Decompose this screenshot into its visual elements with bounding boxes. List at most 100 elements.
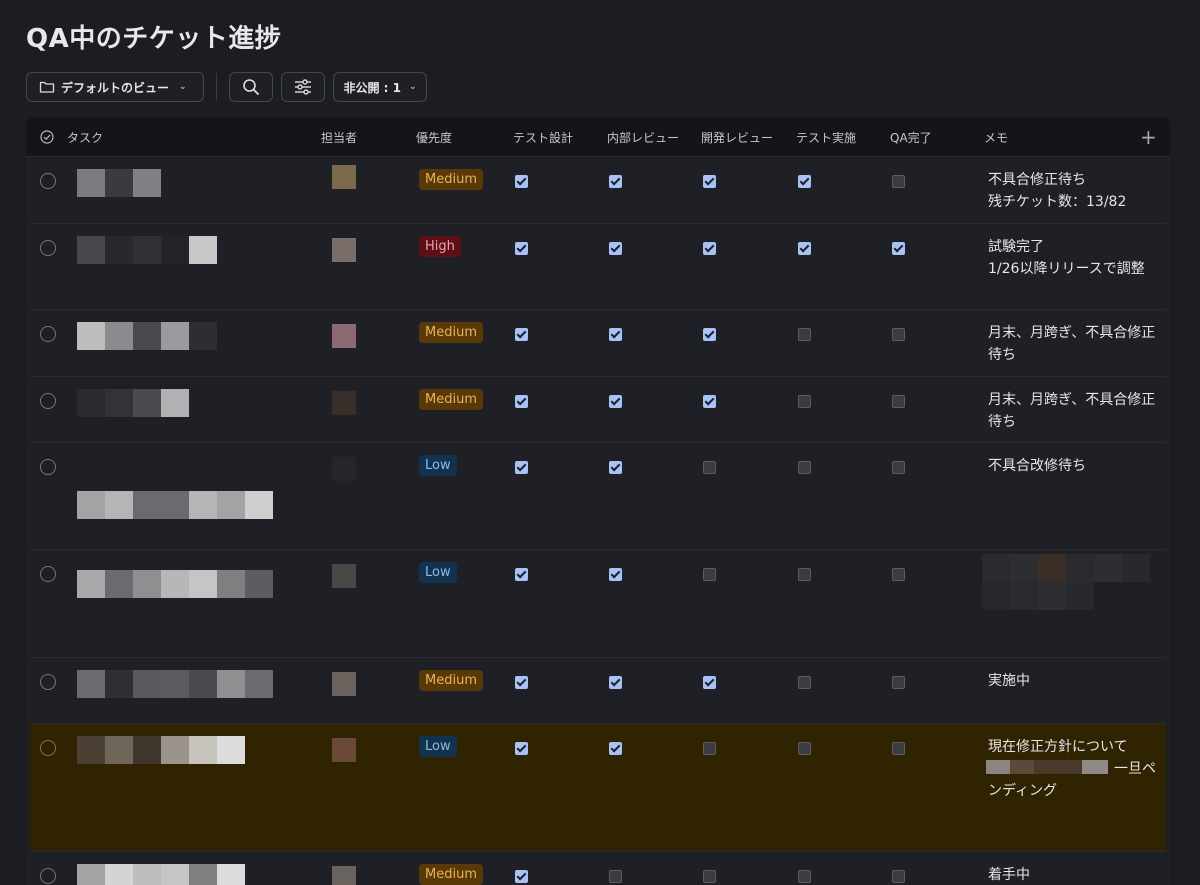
qa-done-checkbox[interactable] xyxy=(892,395,905,408)
memo-line: 不具合改修待ち xyxy=(988,458,1086,474)
test-exec-checkbox[interactable] xyxy=(798,395,811,408)
qa-done-checkbox[interactable] xyxy=(892,870,905,883)
test-design-checkbox[interactable] xyxy=(515,568,528,581)
internal-review-checkbox[interactable] xyxy=(609,395,622,408)
memo-line: 着手中 xyxy=(988,867,1030,883)
header-assignee[interactable]: 担当者 xyxy=(321,129,357,146)
test-exec-checkbox[interactable] xyxy=(798,676,811,689)
priority-badge[interactable]: Low xyxy=(419,455,457,476)
header-memo[interactable]: メモ xyxy=(984,129,1008,146)
memo-cell[interactable]: 実施中 xyxy=(988,670,1164,692)
priority-badge[interactable]: Medium xyxy=(419,389,483,410)
table-row[interactable]: High 試験完了 1/26以降リリースで調整 xyxy=(30,224,1166,310)
circle-icon[interactable] xyxy=(40,674,56,690)
circle-icon[interactable] xyxy=(40,240,56,256)
test-design-checkbox[interactable] xyxy=(515,328,528,341)
qa-done-checkbox[interactable] xyxy=(892,175,905,188)
table-row[interactable]: Medium 着手中 xyxy=(30,852,1166,885)
dev-review-checkbox[interactable] xyxy=(703,742,716,755)
test-exec-checkbox[interactable] xyxy=(798,328,811,341)
private-filter-button[interactable]: 非公開 : 1 ⌄ xyxy=(333,72,427,102)
search-button[interactable] xyxy=(229,72,273,102)
memo-cell[interactable]: 月末、月跨ぎ、不具合修正 待ち xyxy=(988,322,1164,366)
dev-review-checkbox[interactable] xyxy=(703,175,716,188)
internal-review-checkbox[interactable] xyxy=(609,676,622,689)
memo-cell[interactable]: 試験完了 1/26以降リリースで調整 xyxy=(988,236,1164,280)
circle-icon[interactable] xyxy=(40,740,56,756)
table-row[interactable]: Low xyxy=(30,550,1166,658)
internal-review-checkbox[interactable] xyxy=(609,175,622,188)
header-qa-done[interactable]: QA完了 xyxy=(890,129,932,146)
circle-icon[interactable] xyxy=(40,459,56,475)
table-row[interactable]: Medium 実施中 xyxy=(30,658,1166,724)
dev-review-checkbox[interactable] xyxy=(703,676,716,689)
internal-review-checkbox[interactable] xyxy=(609,461,622,474)
circle-icon[interactable] xyxy=(40,326,56,342)
priority-badge[interactable]: Low xyxy=(419,562,457,583)
dev-review-checkbox[interactable] xyxy=(703,328,716,341)
header-task[interactable]: タスク xyxy=(67,129,103,146)
internal-review-checkbox[interactable] xyxy=(609,242,622,255)
memo-cell[interactable]: 不具合改修待ち xyxy=(988,455,1164,477)
test-design-checkbox[interactable] xyxy=(515,242,528,255)
priority-badge[interactable]: Medium xyxy=(419,670,483,691)
test-exec-checkbox[interactable] xyxy=(798,242,811,255)
table-row[interactable]: Medium 月末、月跨ぎ、不具合修正 待ち xyxy=(30,310,1166,377)
circle-icon[interactable] xyxy=(40,868,56,884)
priority-badge[interactable]: Medium xyxy=(419,864,483,885)
qa-done-checkbox[interactable] xyxy=(892,568,905,581)
table-row[interactable]: Medium 月末、月跨ぎ、不具合修正 待ち xyxy=(30,377,1166,443)
table-row[interactable]: Low 不具合改修待ち xyxy=(30,443,1166,550)
table-row[interactable]: Medium 不具合修正待ち 残チケット数：13/82 xyxy=(30,157,1166,224)
assignee-avatar xyxy=(332,391,356,415)
test-design-checkbox[interactable] xyxy=(515,870,528,883)
dev-review-checkbox[interactable] xyxy=(703,242,716,255)
test-exec-checkbox[interactable] xyxy=(798,870,811,883)
header-test-exec[interactable]: テスト実施 xyxy=(796,129,856,146)
plus-icon[interactable]: + xyxy=(1140,125,1157,149)
memo-cell[interactable]: 月末、月跨ぎ、不具合修正 待ち xyxy=(988,389,1164,433)
header-test-design[interactable]: テスト設計 xyxy=(513,129,573,146)
circle-icon[interactable] xyxy=(40,566,56,582)
qa-done-checkbox[interactable] xyxy=(892,742,905,755)
qa-done-checkbox[interactable] xyxy=(892,676,905,689)
dev-review-checkbox[interactable] xyxy=(703,870,716,883)
internal-review-checkbox[interactable] xyxy=(609,870,622,883)
test-design-checkbox[interactable] xyxy=(515,175,528,188)
qa-done-checkbox[interactable] xyxy=(892,242,905,255)
search-icon xyxy=(243,79,259,95)
view-selector-button[interactable]: デフォルトのビュー ⌄ xyxy=(26,72,204,102)
internal-review-checkbox[interactable] xyxy=(609,328,622,341)
priority-badge[interactable]: Medium xyxy=(419,169,483,190)
header-priority[interactable]: 優先度 xyxy=(416,129,452,146)
dev-review-checkbox[interactable] xyxy=(703,461,716,474)
filter-settings-button[interactable] xyxy=(281,72,325,102)
header-internal-review[interactable]: 内部レビュー xyxy=(607,129,679,146)
priority-badge[interactable]: Medium xyxy=(419,322,483,343)
test-exec-checkbox[interactable] xyxy=(798,742,811,755)
assignee-avatar xyxy=(332,165,356,189)
qa-done-checkbox[interactable] xyxy=(892,328,905,341)
table-row[interactable]: Low 現在修正方針について 一旦ペ ンディング xyxy=(30,724,1166,852)
test-design-checkbox[interactable] xyxy=(515,395,528,408)
check-circle-icon[interactable] xyxy=(40,130,54,144)
circle-icon[interactable] xyxy=(40,393,56,409)
test-exec-checkbox[interactable] xyxy=(798,461,811,474)
test-design-checkbox[interactable] xyxy=(515,742,528,755)
test-design-checkbox[interactable] xyxy=(515,676,528,689)
internal-review-checkbox[interactable] xyxy=(609,568,622,581)
internal-review-checkbox[interactable] xyxy=(609,742,622,755)
dev-review-checkbox[interactable] xyxy=(703,568,716,581)
private-filter-label: 非公開 : 1 xyxy=(343,80,401,95)
memo-cell[interactable]: 不具合修正待ち 残チケット数：13/82 xyxy=(988,169,1164,213)
qa-done-checkbox[interactable] xyxy=(892,461,905,474)
memo-cell[interactable]: 着手中 xyxy=(988,864,1164,885)
test-exec-checkbox[interactable] xyxy=(798,568,811,581)
priority-badge[interactable]: Low xyxy=(419,736,457,757)
circle-icon[interactable] xyxy=(40,173,56,189)
dev-review-checkbox[interactable] xyxy=(703,395,716,408)
test-design-checkbox[interactable] xyxy=(515,461,528,474)
header-dev-review[interactable]: 開発レビュー xyxy=(701,129,773,146)
test-exec-checkbox[interactable] xyxy=(798,175,811,188)
priority-badge[interactable]: High xyxy=(419,236,461,257)
